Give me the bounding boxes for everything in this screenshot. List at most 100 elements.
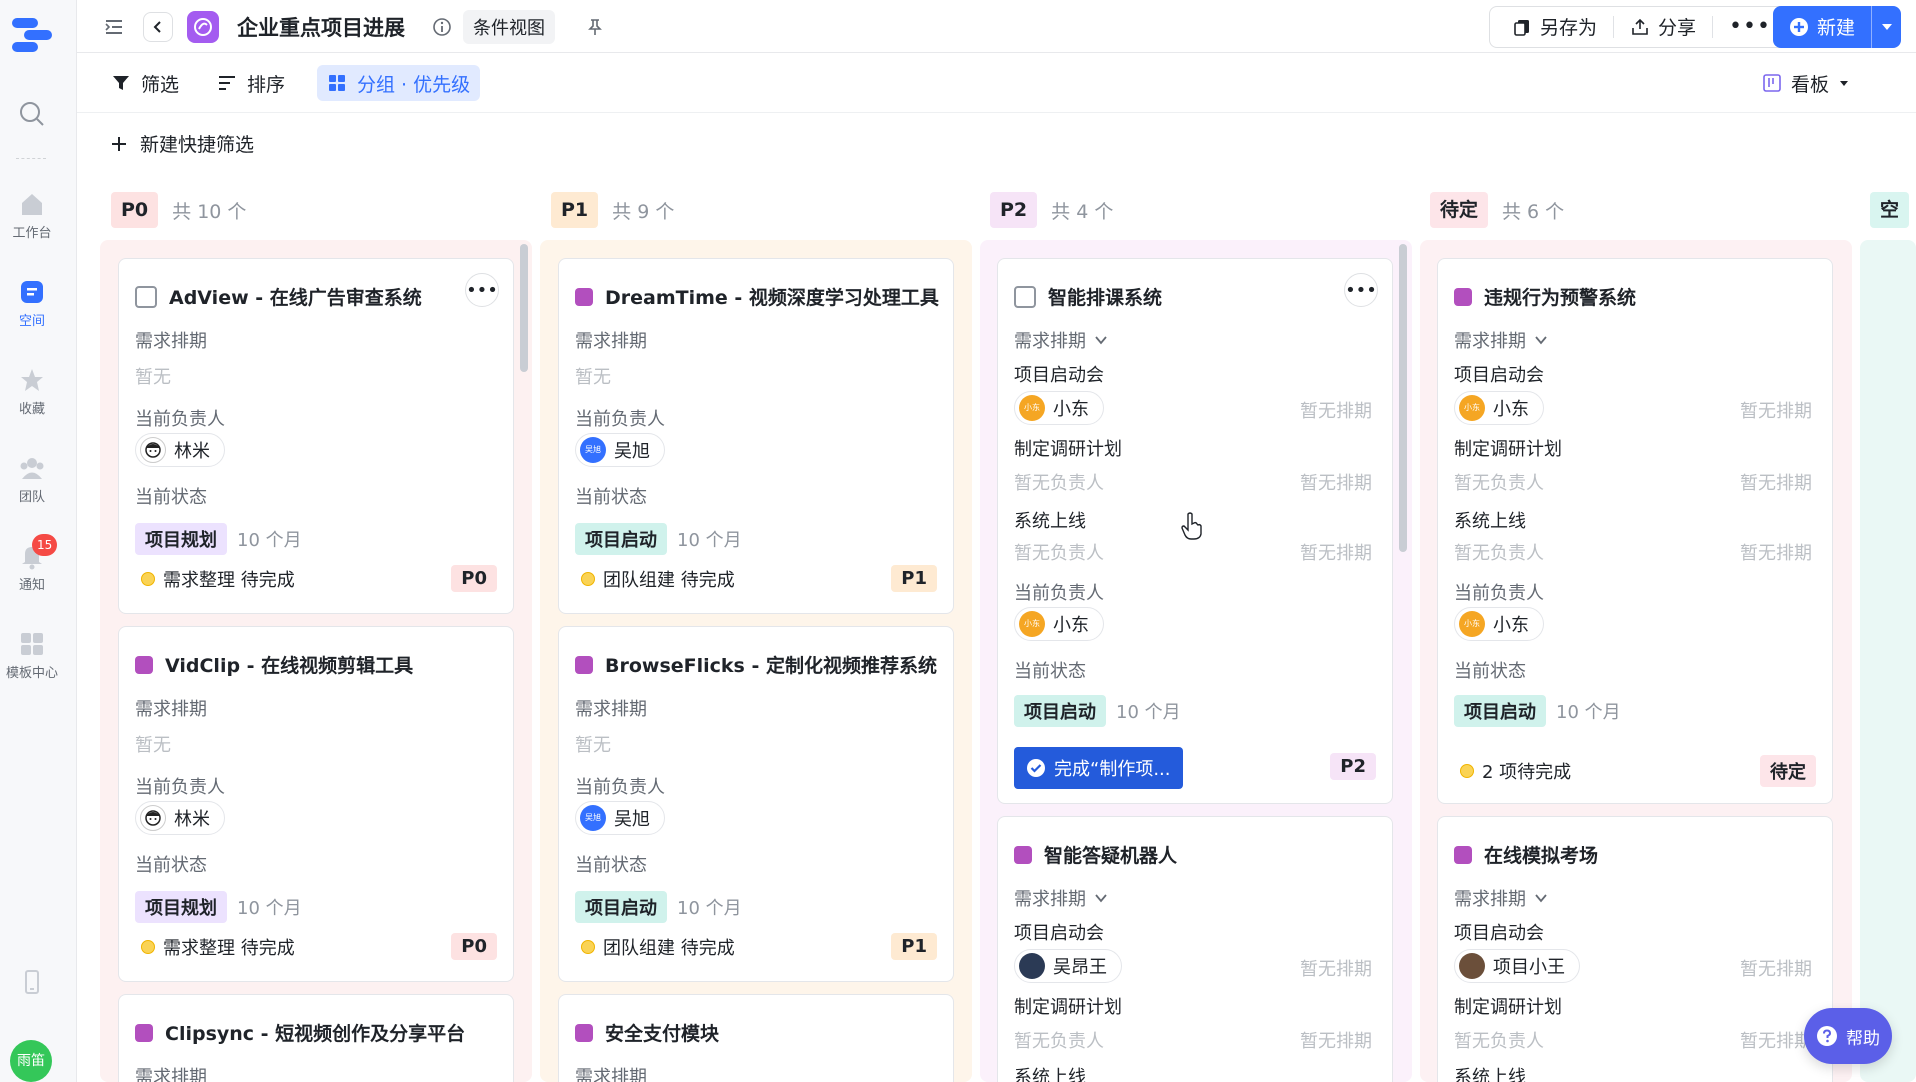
owner-label: 当前负责人 [1454, 583, 1544, 604]
task-name[interactable]: 制定调研计划 [1454, 435, 1562, 461]
project-card[interactable]: AdView - 在线广告审查系统 ••• 需求排期 暂无 当前负责人 林米 当… [118, 258, 514, 614]
task-name[interactable]: 制定调研计划 [1454, 993, 1562, 1019]
card-title-text: VidClip - 在线视频剪辑工具 [165, 655, 414, 677]
task-name[interactable]: 项目启动会 [1014, 361, 1104, 387]
schedule-toggle[interactable]: 需求排期 [1014, 327, 1108, 353]
task-owner-empty: 暂无负责人 [1454, 473, 1544, 494]
project-card[interactable]: BrowseFlicks - 定制化视频推荐系统 需求排期 暂无 当前负责人 吴… [558, 626, 954, 982]
new-dropdown-button[interactable] [1871, 5, 1901, 48]
complete-task-button[interactable]: 完成“制作项... [1014, 747, 1183, 789]
owner-chip[interactable]: 林米 [135, 433, 225, 467]
info-icon[interactable] [432, 17, 452, 37]
mobile-rail-button[interactable] [0, 968, 64, 1000]
card-title: BrowseFlicks - 定制化视频推荐系统 [575, 651, 937, 678]
share-button[interactable]: 分享 [1614, 6, 1712, 48]
schedule-value: 暂无 [135, 735, 171, 756]
chevron-down-icon [1095, 336, 1107, 345]
project-card[interactable]: 在线模拟考场 需求排期 项目启动会 项目小王 暂无排期 制定调研计划 暂无负责人… [1437, 816, 1833, 1082]
back-button[interactable] [143, 11, 173, 42]
schedule-toggle[interactable]: 需求排期 [1014, 885, 1108, 911]
project-card[interactable]: 智能答疑机器人 需求排期 项目启动会 吴昂王 暂无排期 制定调研计划 暂无负责人… [997, 816, 1393, 1082]
task-owner-chip[interactable]: 小东 小东 [1454, 391, 1544, 425]
task-name[interactable]: 系统上线 [1454, 507, 1526, 533]
more-dots-icon: ••• [1345, 279, 1377, 301]
more-dots-icon: ••• [466, 279, 498, 301]
column-count: 共 6 个 [1502, 200, 1565, 223]
pin-icon[interactable] [585, 17, 605, 37]
rail-item-workbench[interactable]: 工作台 [0, 190, 64, 241]
user-avatar[interactable]: 雨笛 [10, 1040, 52, 1082]
owner-chip[interactable]: 小东 小东 [1014, 607, 1104, 641]
task-owner-chip[interactable]: 小东 小东 [1014, 391, 1104, 425]
new-button[interactable]: 新建 [1773, 5, 1902, 48]
task-name[interactable]: 系统上线 [1454, 1063, 1526, 1082]
sort-button[interactable]: 排序 [207, 65, 295, 101]
card-title: DreamTime - 视频深度学习处理工具 [575, 283, 939, 310]
filter-button[interactable]: 筛选 [101, 65, 189, 101]
project-card[interactable]: DreamTime - 视频深度学习处理工具 需求排期 暂无 当前负责人 吴旭 … [558, 258, 954, 614]
avatar: 小东 [1459, 395, 1485, 421]
save-as-button[interactable]: 另存为 [1496, 6, 1613, 48]
card-checkbox[interactable] [1014, 285, 1036, 308]
share-label: 分享 [1658, 17, 1697, 39]
scrollbar-thumb[interactable] [1399, 244, 1407, 552]
card-title: 在线模拟考场 [1454, 841, 1598, 868]
status-tag: 项目启动 [575, 891, 667, 923]
app-logo-icon[interactable] [10, 14, 54, 54]
project-card[interactable]: 违规行为预警系统 需求排期 项目启动会 小东 小东 暂无排期 制定调研计划 暂无… [1437, 258, 1833, 804]
task-name[interactable]: 系统上线 [1014, 1063, 1086, 1082]
owner-chip[interactable]: 吴旭 吴旭 [575, 433, 665, 467]
task-owner-chip[interactable]: 项目小王 [1454, 949, 1580, 983]
task-schedule: 暂无排期 [1740, 1031, 1812, 1052]
card-more-button[interactable]: ••• [465, 273, 499, 307]
view-switch-button[interactable]: 看板 [1753, 65, 1859, 101]
card-checkbox[interactable] [135, 285, 157, 308]
state-label: 当前状态 [135, 487, 207, 508]
caret-down-icon [1840, 81, 1849, 86]
task-name[interactable]: 制定调研计划 [1014, 435, 1122, 461]
task-name[interactable]: 项目启动会 [1454, 919, 1544, 945]
more-dots-icon: ••• [1729, 14, 1771, 39]
task-owner-chip[interactable]: 吴昂王 [1014, 949, 1122, 983]
search-rail-button[interactable] [0, 100, 64, 132]
project-card[interactable]: 安全支付模块 需求排期 [558, 994, 954, 1082]
new-main[interactable]: 新建 [1773, 6, 1871, 48]
group-button[interactable]: 分组 · 优先级 [317, 65, 481, 101]
schedule-label: 需求排期 [1454, 331, 1526, 352]
task-name[interactable]: 制定调研计划 [1014, 993, 1122, 1019]
card-title: AdView - 在线广告审查系统 [135, 283, 422, 310]
card-title-text: 违规行为预警系统 [1484, 287, 1637, 309]
rail-item-templates[interactable]: 模板中心 [0, 630, 64, 681]
task-name[interactable]: 系统上线 [1014, 507, 1086, 533]
owner-chip[interactable]: 林米 [135, 801, 225, 835]
owner-chip[interactable]: 小东 小东 [1454, 607, 1544, 641]
new-label: 新建 [1817, 17, 1856, 39]
project-card[interactable]: Clipsync - 短视频创作及分享平台 需求排期 [118, 994, 514, 1082]
rail-item-space[interactable]: 空间 [0, 278, 64, 329]
task-name[interactable]: 项目启动会 [1014, 919, 1104, 945]
help-button[interactable]: 帮助 [1804, 1008, 1892, 1064]
task-schedule: 暂无排期 [1740, 473, 1812, 494]
status-tag: 项目启动 [1014, 695, 1106, 727]
sidebar-toggle-icon[interactable] [103, 16, 125, 38]
todo-text: 需求整理 待完成 [163, 569, 295, 591]
duration-text: 10 个月 [1556, 702, 1621, 723]
column-header-p1: P1 共 9 个 [551, 192, 674, 228]
chevron-down-icon [1535, 336, 1547, 345]
card-footer: 需求整理 待完成 P0 [141, 565, 497, 592]
task-name[interactable]: 项目启动会 [1454, 361, 1544, 387]
schedule-toggle[interactable]: 需求排期 [1454, 885, 1548, 911]
project-card[interactable]: VidClip - 在线视频剪辑工具 需求排期 暂无 当前负责人 林米 当前状态… [118, 626, 514, 982]
card-more-button[interactable]: ••• [1344, 273, 1378, 307]
schedule-label: 需求排期 [575, 699, 647, 720]
avatar: 小东 [1459, 611, 1485, 637]
duration-text: 10 个月 [677, 898, 742, 919]
owner-chip[interactable]: 吴旭 吴旭 [575, 801, 665, 835]
schedule-label: 需求排期 [1014, 889, 1086, 910]
column-count: 共 10 个 [172, 200, 247, 223]
schedule-toggle[interactable]: 需求排期 [1454, 327, 1548, 353]
rail-item-team[interactable]: 团队 [0, 454, 64, 505]
scrollbar-thumb[interactable] [520, 244, 528, 372]
new-quick-filter-button[interactable]: 新建快捷筛选 [110, 130, 254, 157]
rail-item-favorites[interactable]: 收藏 [0, 366, 64, 417]
